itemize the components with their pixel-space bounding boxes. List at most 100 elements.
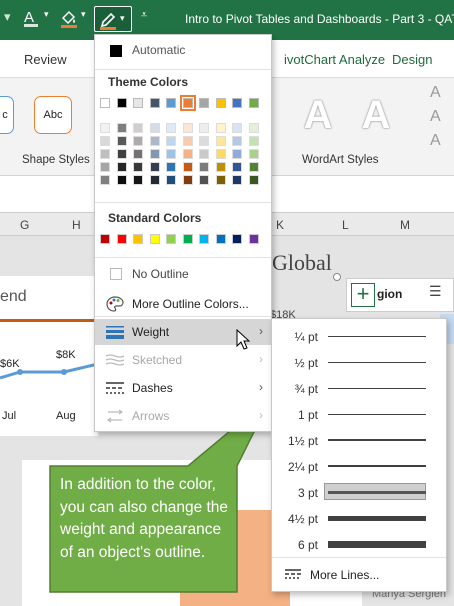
shape-outline-button[interactable]: ▾ [94, 6, 132, 32]
theme-shade-swatch[interactable] [248, 149, 259, 159]
standard-color-swatch[interactable] [182, 234, 193, 244]
chevron-down-icon[interactable]: ▾ [81, 9, 86, 31]
theme-shade-swatch[interactable] [199, 123, 209, 133]
theme-color-swatch[interactable] [166, 98, 176, 108]
standard-color-swatch[interactable] [116, 234, 127, 244]
theme-shade-swatch[interactable] [215, 162, 226, 172]
customize-qat-icon[interactable]: ⩡ [141, 9, 147, 31]
theme-shade-swatch[interactable] [133, 162, 143, 172]
column-header-h[interactable]: H [72, 218, 81, 232]
column-header-k[interactable]: K [276, 218, 284, 232]
theme-shade-swatch[interactable] [149, 123, 160, 133]
shape-style-blue[interactable]: c [0, 96, 14, 134]
theme-shade-swatch[interactable] [100, 136, 110, 146]
column-header-l[interactable]: L [342, 218, 349, 232]
tab-review[interactable]: Review [24, 52, 67, 67]
theme-shade-swatch[interactable] [199, 162, 209, 172]
theme-shade-swatch[interactable] [100, 149, 110, 159]
text-outline-icon[interactable]: A [430, 108, 441, 126]
weight-option[interactable]: ½ pt [272, 349, 446, 375]
theme-shade-swatch[interactable] [116, 175, 127, 185]
theme-shade-swatch[interactable] [232, 136, 242, 146]
theme-shade-swatch[interactable] [199, 175, 209, 185]
theme-shade-swatch[interactable] [133, 123, 143, 133]
weight-option[interactable]: 1½ pt [272, 427, 446, 453]
theme-shade-swatch[interactable] [215, 175, 226, 185]
shape-style-orange[interactable]: Abc [34, 96, 72, 134]
theme-color-swatch[interactable] [149, 98, 160, 108]
theme-color-swatch[interactable] [133, 98, 143, 108]
theme-shade-swatch[interactable] [116, 136, 127, 146]
weight-option[interactable]: 2¼ pt [272, 453, 446, 479]
theme-shade-swatch[interactable] [116, 149, 127, 159]
standard-color-swatch[interactable] [133, 234, 143, 244]
theme-shade-swatch[interactable] [100, 175, 110, 185]
theme-shade-swatch[interactable] [248, 136, 259, 146]
theme-shade-swatch[interactable] [232, 123, 242, 133]
theme-color-swatch[interactable] [232, 98, 242, 108]
weight-option[interactable]: 3 pt [272, 479, 446, 505]
theme-shade-swatch[interactable] [248, 162, 259, 172]
theme-color-swatch[interactable] [100, 98, 110, 108]
theme-shade-swatch[interactable] [182, 162, 193, 172]
multi-select-icon[interactable]: ☰ [429, 283, 442, 300]
theme-color-swatch[interactable] [179, 95, 196, 111]
column-header-g[interactable]: G [20, 218, 29, 232]
standard-color-swatch[interactable] [232, 234, 242, 244]
theme-shade-swatch[interactable] [100, 123, 110, 133]
automatic-option[interactable]: Automatic [95, 37, 271, 63]
theme-shade-swatch[interactable] [166, 175, 176, 185]
weight-option[interactable]: 4½ pt [272, 505, 446, 531]
chart-card[interactable]: end $6K $8K Jul Aug [0, 276, 98, 436]
theme-shade-swatch[interactable] [232, 175, 242, 185]
standard-color-swatch[interactable] [166, 234, 176, 244]
theme-shade-swatch[interactable] [182, 136, 193, 146]
theme-shade-swatch[interactable] [149, 149, 160, 159]
theme-shade-swatch[interactable] [199, 136, 209, 146]
standard-color-swatch[interactable] [248, 234, 259, 244]
theme-shade-swatch[interactable] [116, 162, 127, 172]
standard-color-swatch[interactable] [149, 234, 160, 244]
theme-shade-swatch[interactable] [182, 175, 193, 185]
theme-color-swatch[interactable] [199, 98, 209, 108]
more-lines-option[interactable]: More Lines... [272, 562, 446, 588]
standard-color-swatch[interactable] [199, 234, 209, 244]
theme-shade-swatch[interactable] [248, 175, 259, 185]
theme-shade-swatch[interactable] [166, 123, 176, 133]
theme-shade-swatch[interactable] [248, 123, 259, 133]
theme-shade-swatch[interactable] [182, 123, 193, 133]
weight-option[interactable]: ¼ pt [272, 323, 446, 349]
fill-color-icon[interactable] [60, 9, 78, 31]
theme-shade-swatch[interactable] [232, 149, 242, 159]
chevron-down-icon[interactable]: ▾ [44, 9, 49, 31]
standard-color-swatch[interactable] [100, 234, 110, 244]
no-outline-option[interactable]: No Outline [95, 261, 271, 287]
theme-shade-swatch[interactable] [133, 175, 143, 185]
theme-shade-swatch[interactable] [215, 149, 226, 159]
text-fill-icon[interactable]: A [430, 84, 441, 102]
slicer-header[interactable]: + gion ☰ [346, 278, 454, 312]
theme-shade-swatch[interactable] [133, 149, 143, 159]
weight-option[interactable]: 1 pt [272, 401, 446, 427]
weight-option[interactable]: ¾ pt [272, 375, 446, 401]
theme-shade-swatch[interactable] [182, 149, 193, 159]
theme-shade-swatch[interactable] [149, 175, 160, 185]
theme-color-swatch[interactable] [248, 98, 259, 108]
weight-option[interactable]: 6 pt [272, 531, 446, 557]
standard-color-swatch[interactable] [215, 234, 226, 244]
theme-shade-swatch[interactable] [149, 136, 160, 146]
text-effects-icon[interactable]: A [430, 132, 441, 150]
theme-shade-swatch[interactable] [149, 162, 160, 172]
theme-color-swatch[interactable] [215, 98, 226, 108]
theme-shade-swatch[interactable] [133, 136, 143, 146]
wordart-style-2[interactable]: A [350, 88, 402, 142]
weight-option[interactable]: Weight › [95, 319, 271, 350]
theme-shade-swatch[interactable] [166, 162, 176, 172]
theme-shade-swatch[interactable] [166, 149, 176, 159]
theme-shade-swatch[interactable] [100, 162, 110, 172]
theme-shade-swatch[interactable] [215, 123, 226, 133]
tab-design[interactable]: Design [392, 52, 432, 67]
column-header-m[interactable]: M [400, 218, 410, 232]
theme-shade-swatch[interactable] [232, 162, 242, 172]
selection-handle[interactable] [333, 273, 341, 281]
